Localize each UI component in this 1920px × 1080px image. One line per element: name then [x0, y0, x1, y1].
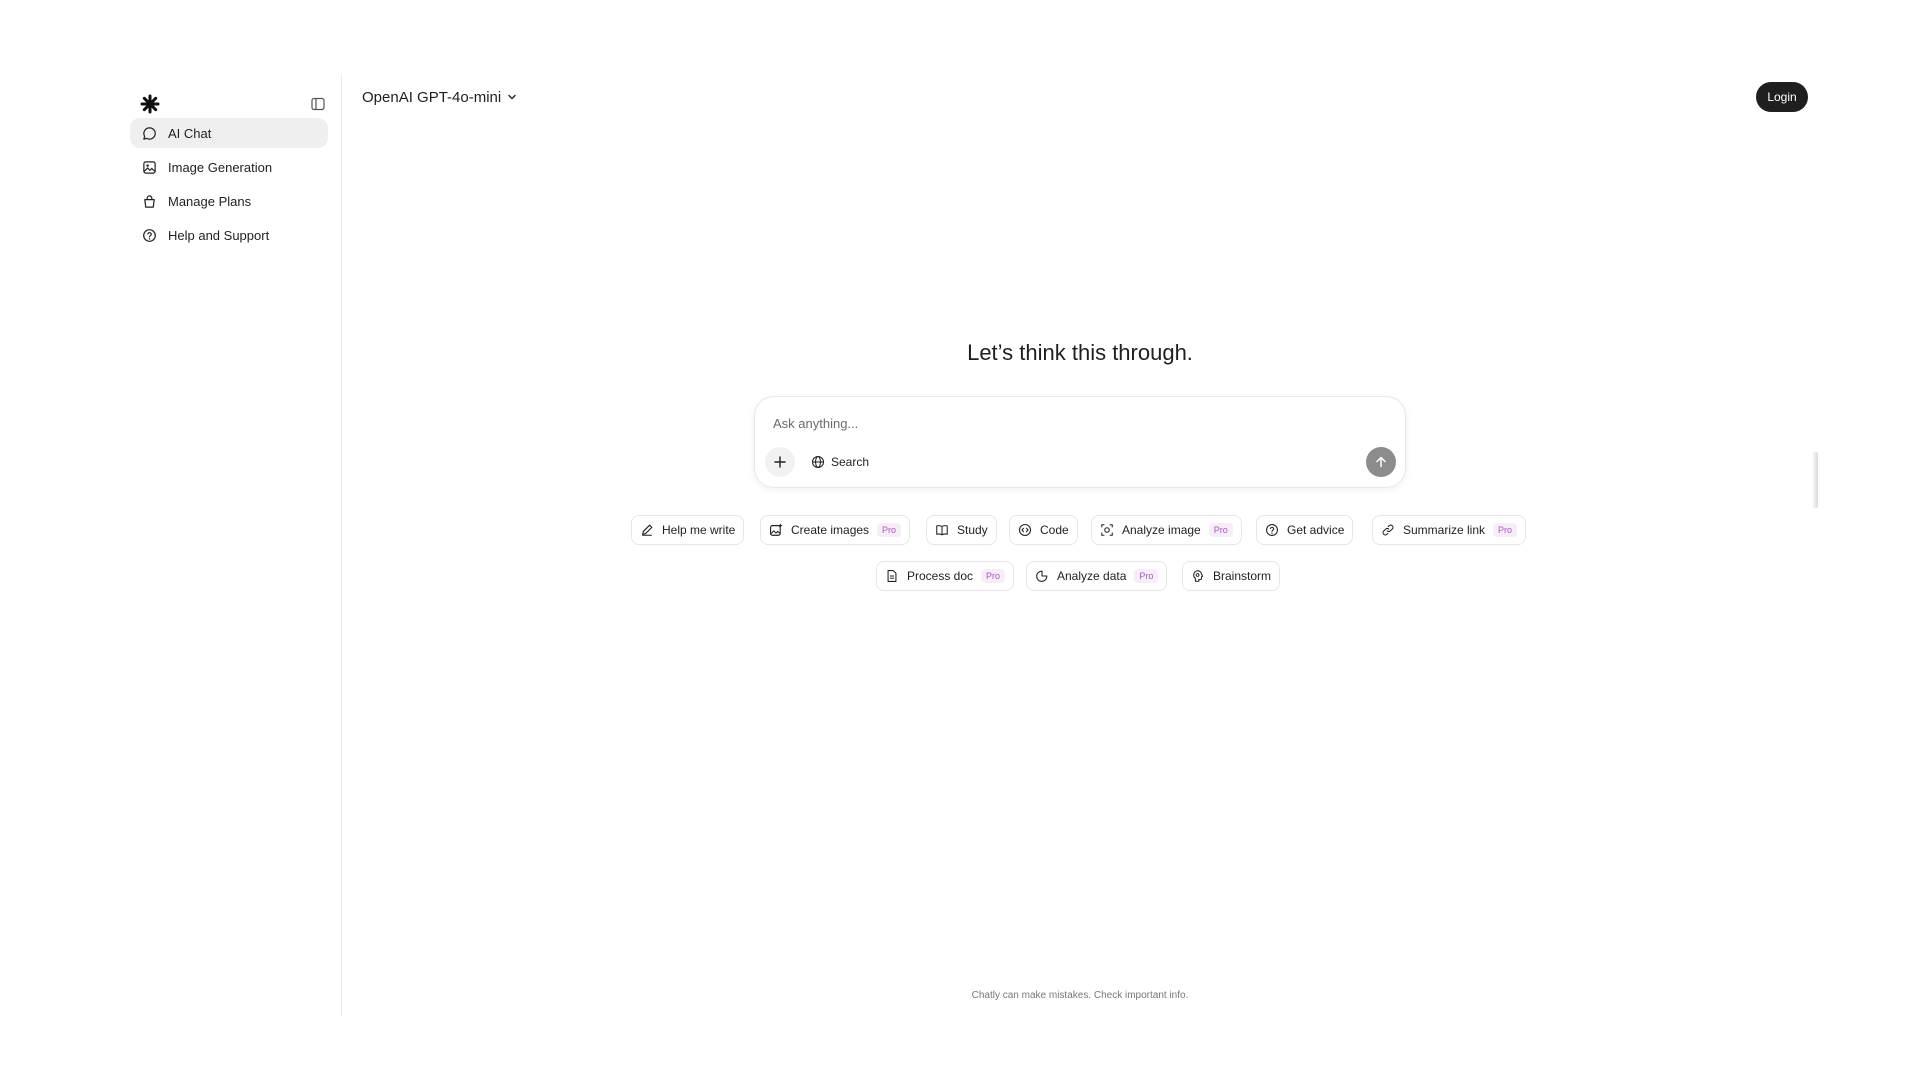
brain-icon — [1191, 569, 1205, 583]
model-label: OpenAI GPT-4o-mini — [362, 88, 502, 106]
code-icon — [1018, 523, 1032, 537]
disclaimer-footnote: Chatly can make mistakes. Check importan… — [971, 990, 1189, 1001]
link-icon — [1381, 523, 1395, 537]
chip-label: Help me write — [662, 523, 736, 537]
scan-icon — [1100, 523, 1114, 537]
chevron-down-icon — [507, 92, 517, 102]
image-plus-icon — [769, 523, 783, 537]
sidebar-item-image-generation[interactable]: Image Generation — [130, 152, 328, 182]
chip-label: Process doc — [907, 569, 974, 583]
chat-input[interactable] — [771, 411, 1371, 435]
attach-button[interactable] — [765, 447, 795, 477]
chip-help-me-write[interactable]: Help me write — [631, 515, 745, 545]
chip-label: Get advice — [1287, 523, 1345, 537]
sidebar-item-label: Image Generation — [168, 159, 273, 175]
chip-label: Analyze data — [1057, 569, 1127, 583]
chat-bubble-icon — [141, 125, 157, 141]
sidebar-item-ai-chat[interactable]: AI Chat — [130, 118, 328, 148]
book-icon — [935, 523, 949, 537]
chip-code[interactable]: Code — [1009, 515, 1078, 545]
pro-badge: Pro — [1208, 523, 1233, 537]
chip-label: Analyze image — [1122, 523, 1201, 537]
chip-label: Brainstorm — [1213, 569, 1272, 583]
chip-brainstorm[interactable]: Brainstorm — [1182, 561, 1281, 591]
app: AI Chat Image Generation Manage Plans He… — [0, 0, 1920, 1080]
chip-label: Create images — [791, 523, 870, 537]
page-headline: Let’s think this through. — [967, 340, 1193, 365]
pro-badge: Pro — [1493, 523, 1518, 537]
sidebar-item-help-and-support[interactable]: Help and Support — [130, 220, 328, 250]
search-label: Search — [831, 455, 870, 469]
chip-get-advice[interactable]: Get advice — [1256, 515, 1354, 545]
search-toggle[interactable]: Search — [811, 447, 869, 477]
composer: Search — [754, 396, 1406, 488]
asterisk-logo-icon[interactable] — [140, 94, 160, 114]
send-button[interactable] — [1366, 447, 1396, 477]
pie-chart-icon — [1035, 569, 1049, 583]
pro-badge: Pro — [981, 569, 1006, 583]
chip-summarize-link[interactable]: Summarize link Pro — [1372, 515, 1527, 545]
image-icon — [141, 159, 157, 175]
pro-badge: Pro — [877, 523, 902, 537]
chip-label: Code — [1040, 523, 1069, 537]
pen-icon — [640, 523, 654, 537]
pro-badge: Pro — [1134, 569, 1159, 583]
login-button[interactable]: Login — [1756, 82, 1808, 112]
globe-icon — [811, 455, 825, 469]
help-circle-icon — [1265, 523, 1279, 537]
sidebar-panel-icon[interactable] — [308, 94, 328, 114]
chip-analyze-data[interactable]: Analyze data Pro — [1026, 561, 1168, 591]
chip-study[interactable]: Study — [926, 515, 997, 545]
sidebar-item-manage-plans[interactable]: Manage Plans — [130, 186, 328, 216]
chip-analyze-image[interactable]: Analyze image Pro — [1091, 515, 1242, 545]
model-selector[interactable]: OpenAI GPT-4o-mini — [362, 86, 517, 108]
sidebar-item-label: Help and Support — [168, 227, 270, 243]
chip-process-doc[interactable]: Process doc Pro — [876, 561, 1015, 591]
edge-shadow — [1812, 452, 1818, 508]
chip-create-images[interactable]: Create images Pro — [760, 515, 911, 545]
bag-icon — [141, 193, 157, 209]
help-circle-icon — [141, 227, 157, 243]
sidebar-nav: AI Chat Image Generation Manage Plans He… — [130, 118, 328, 254]
sidebar-item-label: AI Chat — [168, 125, 212, 141]
chip-label: Study — [957, 523, 988, 537]
sidebar: AI Chat Image Generation Manage Plans He… — [130, 74, 342, 1016]
document-icon — [885, 569, 899, 583]
sidebar-item-label: Manage Plans — [168, 193, 252, 209]
chip-label: Summarize link — [1403, 523, 1486, 537]
